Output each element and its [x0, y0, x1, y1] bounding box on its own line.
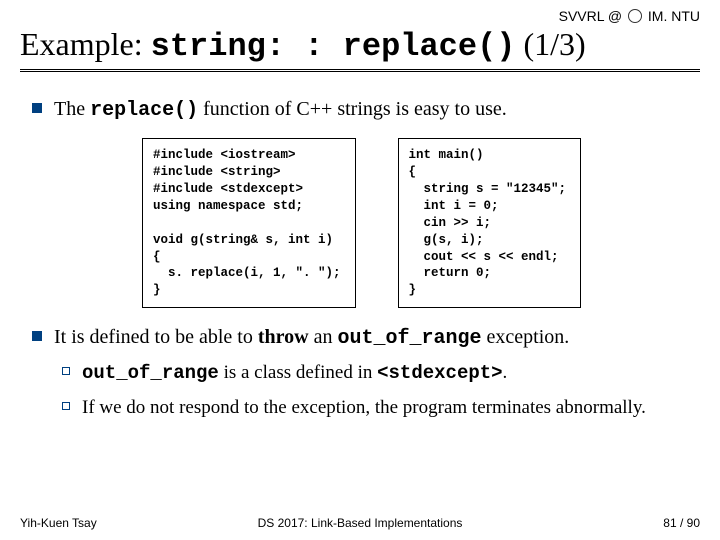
s1-code2: <stdexcept> [377, 362, 502, 384]
bullet-1: The replace() function of C++ strings is… [32, 96, 700, 308]
title-suffix: (1/3) [515, 26, 585, 62]
title-prefix: Example: [20, 26, 151, 62]
code-boxes: #include <iostream> #include <string> #i… [142, 138, 700, 308]
square-outline-bullet-icon [62, 402, 70, 410]
bullet-2: It is defined to be able to throw an out… [32, 324, 700, 420]
logo-icon [628, 9, 642, 23]
bullet-2-text: It is defined to be able to throw an out… [54, 324, 569, 352]
s1-mid: is a class defined in [219, 362, 377, 383]
footer: Yih-Kuen Tsay DS 2017: Link-Based Implem… [0, 516, 720, 530]
header-meta: SVVRL @ IM. NTU [20, 8, 700, 24]
sub-2-text: If we do not respond to the exception, t… [82, 395, 646, 421]
b2-pre: It is defined to be able to [54, 326, 258, 348]
square-bullet-icon [32, 331, 42, 341]
at-symbol: @ [608, 8, 622, 24]
org-left: SVVRL [559, 8, 604, 24]
sub-1-text: out_of_range is a class defined in <stde… [82, 360, 507, 387]
footer-left: Yih-Kuen Tsay [20, 516, 97, 530]
footer-center: DS 2017: Link-Based Implementations [258, 516, 463, 530]
b1-pre: The [54, 98, 90, 120]
bullet-1-text: The replace() function of C++ strings is… [54, 96, 507, 124]
b2-postpre: an [309, 326, 338, 348]
footer-right: 81 / 90 [663, 516, 700, 530]
square-outline-bullet-icon [62, 367, 70, 375]
b2-postafter: exception. [482, 326, 570, 348]
b2-code: out_of_range [337, 327, 481, 350]
b1-post: function of C++ strings is easy to use. [198, 98, 507, 120]
b2-bold: throw [258, 326, 309, 348]
sub-bullet-2: If we do not respond to the exception, t… [62, 395, 700, 421]
title-code: string: : replace() [151, 28, 516, 65]
sub-bullet-1: out_of_range is a class defined in <stde… [62, 360, 700, 387]
b1-code: replace() [90, 99, 198, 122]
code-right: int main() { string s = "12345"; int i =… [398, 138, 582, 308]
square-bullet-icon [32, 103, 42, 113]
sub-bullets: out_of_range is a class defined in <stde… [32, 360, 700, 420]
slide-title: Example: string: : replace() (1/3) [20, 26, 700, 72]
s1-end: . [503, 362, 508, 383]
code-left: #include <iostream> #include <string> #i… [142, 138, 356, 308]
org-right: IM. NTU [648, 8, 700, 24]
s1-code1: out_of_range [82, 362, 219, 384]
bullet-list: The replace() function of C++ strings is… [20, 96, 700, 420]
